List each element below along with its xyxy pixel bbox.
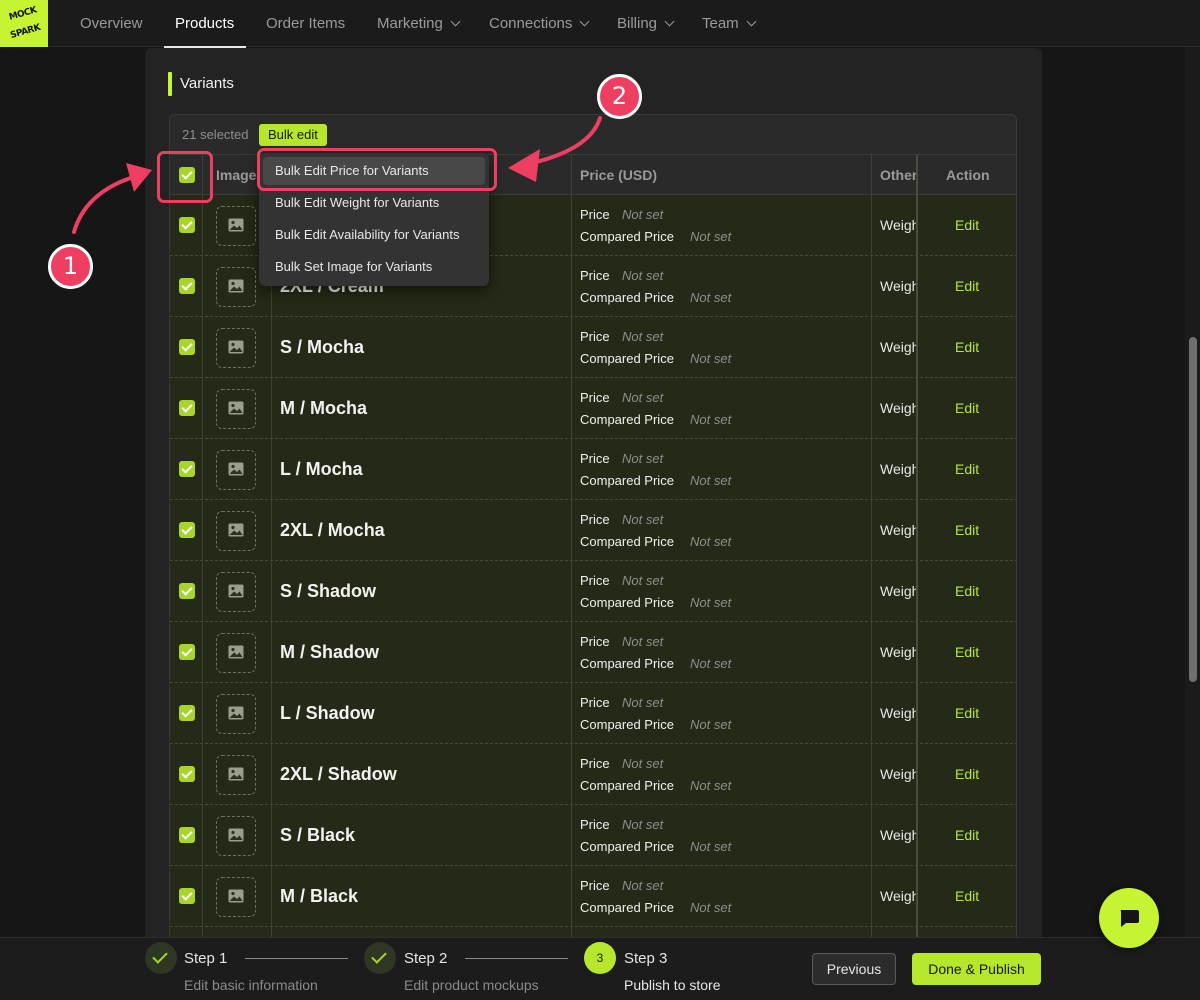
step-1-check-icon bbox=[145, 942, 177, 974]
step-connector bbox=[245, 958, 348, 959]
chat-button[interactable] bbox=[1099, 888, 1159, 948]
step-2-check-icon bbox=[364, 942, 396, 974]
footer-bar: Step 1 Edit basic information Step 2 Edi… bbox=[0, 937, 1200, 1000]
annotation-badge-1: 1 bbox=[48, 244, 93, 289]
step-2-title: Step 2 bbox=[404, 950, 448, 967]
annotation-badge-2: 2 bbox=[597, 74, 642, 119]
step-3-title: Step 3 bbox=[624, 950, 668, 967]
step-connector bbox=[465, 958, 568, 959]
step-2-description: Edit product mockups bbox=[404, 977, 539, 993]
step-1-title: Step 1 bbox=[184, 950, 228, 967]
done-publish-button[interactable]: Done & Publish bbox=[912, 953, 1041, 985]
chat-bubble-icon bbox=[1120, 910, 1139, 927]
step-3-number: 3 bbox=[584, 942, 616, 974]
previous-button[interactable]: Previous bbox=[812, 953, 896, 985]
step-3-description: Publish to store bbox=[624, 977, 721, 993]
step-1-description: Edit basic information bbox=[184, 977, 318, 993]
annotation-arrows bbox=[72, 116, 602, 234]
